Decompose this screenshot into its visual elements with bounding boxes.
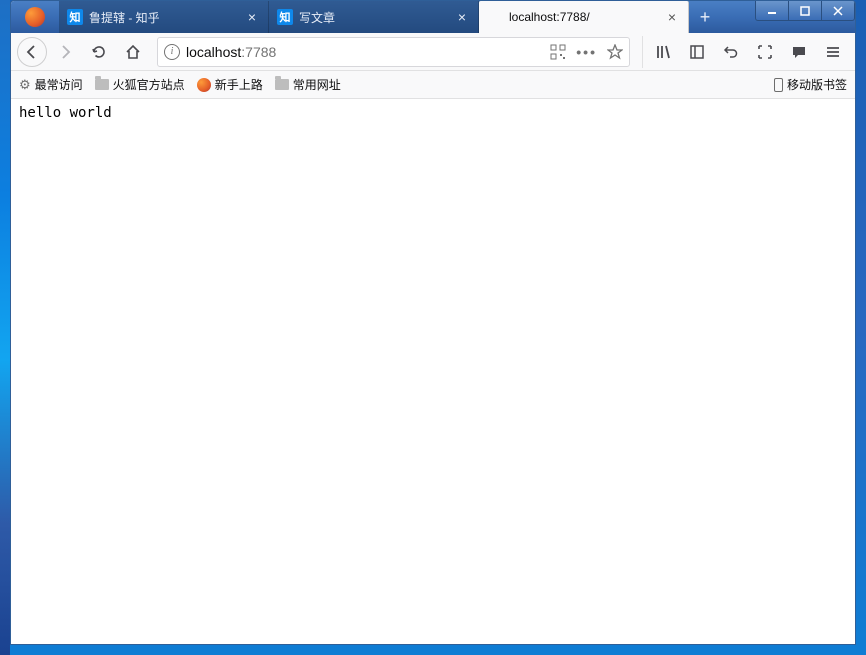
identity-info-icon[interactable]: i bbox=[164, 44, 180, 60]
phone-icon bbox=[774, 78, 783, 92]
home-button[interactable] bbox=[117, 36, 149, 68]
page-actions-icon[interactable]: ••• bbox=[576, 44, 597, 60]
url-text: localhost:7788 bbox=[186, 44, 544, 60]
undo-button[interactable] bbox=[715, 36, 747, 68]
bookmark-label: 最常访问 bbox=[35, 76, 83, 93]
zhihu-favicon: 知 bbox=[277, 9, 293, 25]
firefox-icon bbox=[25, 7, 45, 27]
tab-title: 写文章 bbox=[299, 9, 454, 26]
close-tab-icon[interactable]: × bbox=[454, 9, 470, 25]
bookmark-label: 常用网址 bbox=[293, 76, 341, 93]
maximize-button[interactable] bbox=[788, 1, 822, 21]
screenshot-icon bbox=[757, 44, 773, 60]
library-button[interactable] bbox=[647, 36, 679, 68]
page-content: hello world bbox=[11, 99, 855, 644]
url-host: localhost bbox=[186, 44, 241, 60]
close-icon bbox=[833, 6, 843, 16]
menu-button[interactable] bbox=[817, 36, 849, 68]
url-port: :7788 bbox=[241, 44, 276, 60]
bookmark-label: 新手上路 bbox=[215, 76, 263, 93]
screenshot-button[interactable] bbox=[749, 36, 781, 68]
forward-button[interactable] bbox=[49, 36, 81, 68]
browser-window: 知 鲁提辖 - 知乎 × 知 写文章 × localhost:7788/ × + bbox=[10, 0, 856, 645]
folder-icon bbox=[275, 79, 289, 90]
bookmark-mobile[interactable]: 移动版书签 bbox=[774, 76, 847, 93]
close-tab-icon[interactable]: × bbox=[664, 9, 680, 25]
hamburger-icon bbox=[825, 44, 841, 60]
tab-2[interactable]: 知 写文章 × bbox=[269, 1, 479, 33]
close-tab-icon[interactable]: × bbox=[244, 9, 260, 25]
blank-favicon bbox=[487, 9, 503, 25]
undo-icon bbox=[723, 44, 739, 60]
body-text: hello world bbox=[19, 105, 112, 121]
tab-3-active[interactable]: localhost:7788/ × bbox=[479, 1, 689, 33]
navbar-right bbox=[642, 36, 849, 68]
sidebar-button[interactable] bbox=[681, 36, 713, 68]
firefox-icon bbox=[197, 78, 211, 92]
maximize-icon bbox=[800, 6, 810, 16]
app-icon-area bbox=[11, 1, 59, 33]
reload-icon bbox=[91, 44, 107, 60]
tab-strip: 知 鲁提辖 - 知乎 × 知 写文章 × localhost:7788/ × + bbox=[59, 1, 855, 33]
sidebar-icon bbox=[689, 44, 705, 60]
url-bar[interactable]: i localhost:7788 ••• bbox=[157, 37, 630, 67]
window-controls bbox=[756, 1, 855, 21]
zhihu-favicon: 知 bbox=[67, 9, 83, 25]
bookmark-star-icon[interactable] bbox=[607, 44, 623, 60]
reload-button[interactable] bbox=[83, 36, 115, 68]
bookmark-most-visited[interactable]: ⚙ 最常访问 bbox=[19, 76, 83, 93]
qr-icon[interactable] bbox=[550, 44, 566, 60]
tab-1[interactable]: 知 鲁提辖 - 知乎 × bbox=[59, 1, 269, 33]
library-icon bbox=[655, 44, 671, 60]
bookmarks-toolbar: ⚙ 最常访问 火狐官方站点 新手上路 常用网址 移动版书签 bbox=[11, 71, 855, 99]
chat-button[interactable] bbox=[783, 36, 815, 68]
folder-icon bbox=[95, 79, 109, 90]
new-tab-button[interactable]: + bbox=[689, 1, 721, 33]
minimize-button[interactable] bbox=[755, 1, 789, 21]
forward-arrow-icon bbox=[57, 44, 73, 60]
home-icon bbox=[125, 44, 141, 60]
bookmark-official[interactable]: 火狐官方站点 bbox=[95, 76, 185, 93]
tab-title: 鲁提辖 - 知乎 bbox=[89, 9, 244, 26]
bookmark-common[interactable]: 常用网址 bbox=[275, 76, 341, 93]
nav-toolbar: i localhost:7788 ••• bbox=[11, 33, 855, 71]
titlebar: 知 鲁提辖 - 知乎 × 知 写文章 × localhost:7788/ × + bbox=[11, 1, 855, 33]
bookmark-getting-started[interactable]: 新手上路 bbox=[197, 76, 263, 93]
back-button[interactable] bbox=[17, 37, 47, 67]
back-arrow-icon bbox=[24, 44, 40, 60]
minimize-icon bbox=[767, 6, 777, 16]
chat-icon bbox=[791, 44, 807, 60]
tab-title: localhost:7788/ bbox=[509, 10, 664, 24]
gear-icon: ⚙ bbox=[19, 77, 31, 93]
bookmark-label: 移动版书签 bbox=[787, 76, 847, 93]
bookmark-label: 火狐官方站点 bbox=[113, 76, 185, 93]
urlbar-right-icons: ••• bbox=[550, 44, 623, 60]
close-window-button[interactable] bbox=[821, 1, 855, 21]
